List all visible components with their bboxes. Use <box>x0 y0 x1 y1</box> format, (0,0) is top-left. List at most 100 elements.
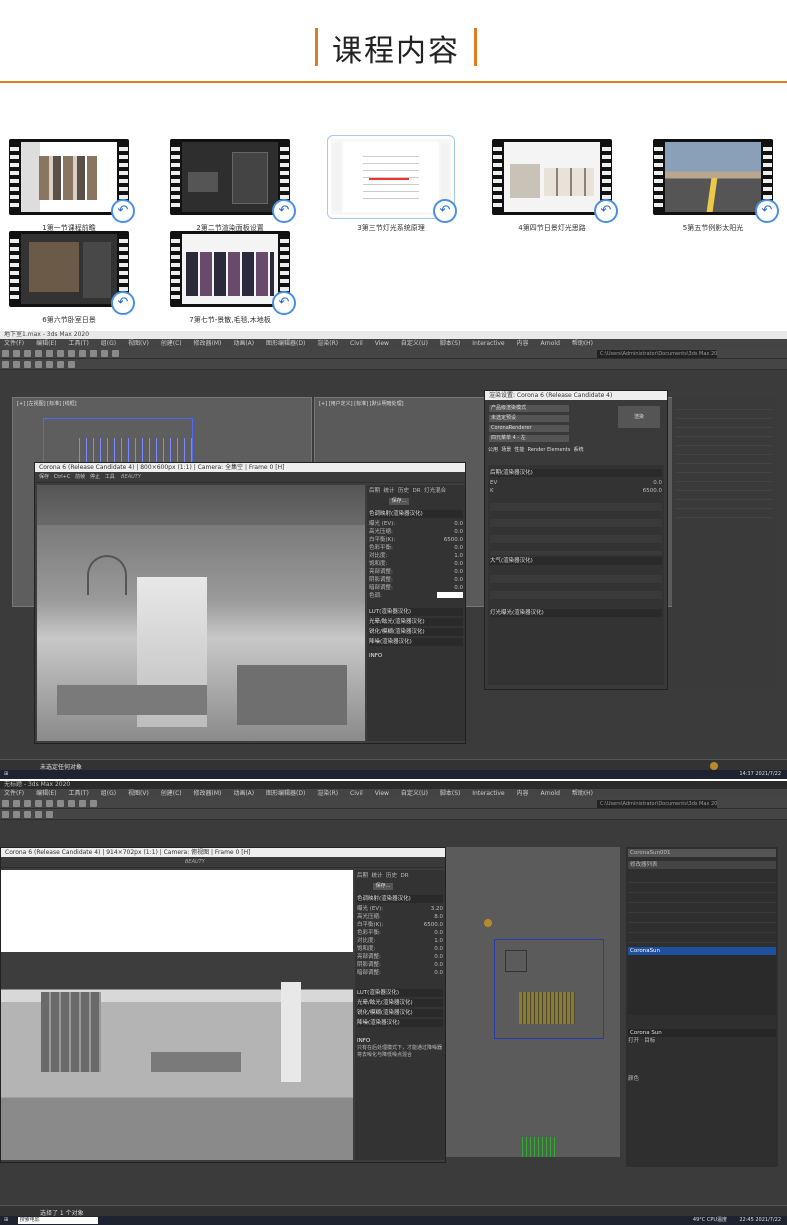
play-icon[interactable]: ↶ <box>111 199 135 223</box>
tool-icon[interactable] <box>68 361 75 368</box>
viewport-top[interactable] <box>446 847 620 1157</box>
windows-start-icon[interactable]: ⊞ <box>4 1217 8 1223</box>
setting-value[interactable]: 0.0 <box>454 560 463 568</box>
tool-icon[interactable] <box>46 811 53 818</box>
setting-value[interactable]: 1.0 <box>434 937 443 945</box>
tonemapping-header[interactable]: 色调映射(渲染器汉化) <box>369 510 463 518</box>
tab-system[interactable]: 系统 <box>574 447 584 453</box>
prev-frame-button[interactable]: 前帧 <box>75 474 85 480</box>
link-icon[interactable] <box>24 800 31 807</box>
rotate-icon[interactable] <box>57 800 64 807</box>
menu-item[interactable]: Interactive <box>472 340 504 347</box>
tool-icon[interactable] <box>13 361 20 368</box>
kelvin-value[interactable]: 6500.0 <box>643 487 662 495</box>
menu-item[interactable]: 编辑(E) <box>36 340 56 347</box>
rotate-icon[interactable] <box>57 350 64 357</box>
setting-value[interactable]: 0.0 <box>454 528 463 536</box>
menu-item[interactable]: 组(G) <box>101 340 116 347</box>
taskbar-search[interactable]: 搜索电影 <box>17 1217 98 1224</box>
tool-icon[interactable] <box>13 811 20 818</box>
preset-select[interactable]: 未选定预设 <box>489 415 569 422</box>
menu-item[interactable]: 动画(A) <box>233 340 254 347</box>
tonemapping-header[interactable]: 色调映射(渲染器汉化) <box>357 895 443 903</box>
lesson-thumb-4[interactable]: ↶ 4第四节日景灯光思路 <box>479 139 625 233</box>
mirror-icon[interactable] <box>90 350 97 357</box>
menu-item[interactable]: 工具(T) <box>68 340 88 347</box>
tab-post[interactable]: 后期 <box>369 488 380 494</box>
play-icon[interactable]: ↶ <box>594 199 618 223</box>
setting-value[interactable]: 0.0 <box>454 520 463 528</box>
menu-item[interactable]: Arnold <box>540 790 559 797</box>
stack-item-selected[interactable]: CoronaSun <box>628 947 776 955</box>
save-settings-button[interactable]: 保存... <box>389 498 409 505</box>
menu-item[interactable]: 视图(V) <box>128 340 149 347</box>
menu-item[interactable]: 文件(F) <box>4 340 24 347</box>
menu-item[interactable]: 动画(A) <box>233 790 254 797</box>
setting-value[interactable]: 0.0 <box>434 945 443 953</box>
menu-item[interactable]: 帮助(H) <box>572 790 593 797</box>
setting-value[interactable]: 8.0 <box>434 913 443 921</box>
menu-item[interactable]: 图形编辑器(D) <box>266 790 305 797</box>
move-icon[interactable] <box>46 800 53 807</box>
setting-value[interactable]: 0.0 <box>454 584 463 592</box>
tool-icon[interactable] <box>35 811 42 818</box>
tab-dr[interactable]: DR <box>413 488 421 494</box>
lesson-thumb-2[interactable]: ↶ 2第二节渲染面板设置 <box>157 139 303 233</box>
tool-icon[interactable] <box>2 811 9 818</box>
play-icon[interactable]: ↶ <box>755 199 779 223</box>
render-icon[interactable] <box>112 350 119 357</box>
setting-value[interactable]: 0.0 <box>434 953 443 961</box>
menu-item[interactable]: 内容 <box>517 340 529 347</box>
menu-item[interactable]: 组(G) <box>101 790 116 797</box>
modifier-list[interactable]: 修改器列表 <box>628 861 776 869</box>
menu-item[interactable]: 文件(F) <box>4 790 24 797</box>
menu-item[interactable]: 内容 <box>517 790 529 797</box>
link-icon[interactable] <box>24 350 31 357</box>
view-select[interactable]: 四元菜单 4 - 左 <box>489 435 569 442</box>
menu-item[interactable]: 帮助(H) <box>572 340 593 347</box>
project-path[interactable]: C:\Users\Administrator\Documents\3ds Max… <box>597 350 717 358</box>
tools-button[interactable]: 工具 <box>105 474 115 480</box>
lut-panel[interactable]: LUT(渲染器汉化) <box>357 989 443 997</box>
render-icon[interactable] <box>90 800 97 807</box>
menu-item[interactable]: 渲染(R) <box>317 790 338 797</box>
setting-value[interactable]: 1.0 <box>454 552 463 560</box>
lesson-thumb-3[interactable]: ↶ 3第三节灯光系统原理 <box>318 135 464 233</box>
lesson-thumb-5[interactable]: ↶ 5第五节例影太阳光 <box>640 139 786 233</box>
copy-button[interactable]: Ctrl+C <box>54 474 71 480</box>
menu-item[interactable]: 修改器(M) <box>194 340 222 347</box>
menu-item[interactable]: 自定义(U) <box>401 790 428 797</box>
menu-item[interactable]: Interactive <box>472 790 504 797</box>
play-icon[interactable]: ↶ <box>272 291 296 315</box>
tool-icon[interactable] <box>24 811 31 818</box>
beauty-selector[interactable]: BEAUTY <box>185 859 205 865</box>
tab-history[interactable]: 历史 <box>386 873 397 879</box>
sun-target-checkbox[interactable]: 目标 <box>644 1038 655 1044</box>
tool-icon[interactable] <box>46 361 53 368</box>
setting-value[interactable]: 3.20 <box>431 905 443 913</box>
menu-item[interactable]: 创建(C) <box>161 790 182 797</box>
setting-value[interactable]: 0.0 <box>434 929 443 937</box>
object-name[interactable]: CoronaSun001 <box>628 849 776 857</box>
setting-value[interactable]: 0.0 <box>434 969 443 977</box>
undo-icon[interactable] <box>2 800 9 807</box>
lesson-thumb-6[interactable]: ↶ 6第六节卧室日景 <box>0 231 142 325</box>
setting-value[interactable]: 0.0 <box>434 961 443 969</box>
tool-icon[interactable] <box>2 361 9 368</box>
menu-item[interactable]: 图形编辑器(D) <box>266 340 305 347</box>
setting-value[interactable]: 0.0 <box>454 568 463 576</box>
setting-value[interactable]: 0.0 <box>454 544 463 552</box>
snap-icon[interactable] <box>79 350 86 357</box>
align-icon[interactable] <box>101 350 108 357</box>
menu-item[interactable]: 自定义(U) <box>401 340 428 347</box>
menu-item[interactable]: Arnold <box>540 340 559 347</box>
menu-item[interactable]: Civil View <box>350 790 389 797</box>
undo-icon[interactable] <box>2 350 9 357</box>
play-icon[interactable]: ↶ <box>272 199 296 223</box>
tool-icon[interactable] <box>35 361 42 368</box>
exposure-value[interactable]: 0.0 <box>653 479 662 487</box>
play-icon[interactable]: ↶ <box>433 199 457 223</box>
tab-render-elements[interactable]: Render Elements <box>528 447 571 453</box>
bloom-panel[interactable]: 光晕/眩光(渲染器汉化) <box>357 999 443 1007</box>
denoise-panel[interactable]: 降噪(渲染器汉化) <box>357 1019 443 1027</box>
